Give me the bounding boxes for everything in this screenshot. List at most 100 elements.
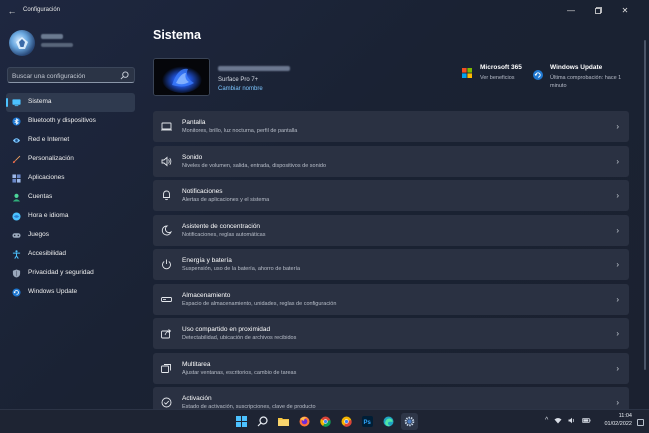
setting-title: Sonido [182,153,203,161]
sidebar-item-label: Aplicaciones [28,174,65,181]
setting-title: Asistente de concentración [182,222,261,230]
photoshop-icon[interactable]: Ps [359,413,376,430]
device-model: Surface Pro 7+ [218,77,259,83]
time-language-icon [12,212,21,221]
windows-update-subtitle: Última comprobación: hace 1 minuto [550,75,622,89]
avatar[interactable] [9,30,35,56]
setting-row-almacenamiento[interactable]: Almacenamiento Espacio de almacenamiento… [153,283,629,315]
start-icon[interactable] [233,413,250,430]
search-icon[interactable] [254,413,271,430]
microsoft-logo-icon [462,68,472,78]
setting-row-proximidad[interactable]: Uso compartido en proximidad Detectabili… [153,318,629,349]
sidebar-item-label: Personalización [28,155,74,162]
accessibility-icon [12,250,21,259]
sidebar-item-label: Accesibilidad [28,250,66,257]
chevron-right-icon: › [616,225,619,235]
sidebar-item-sistema[interactable]: Sistema [6,93,135,112]
settings-list: Pantalla Monitores, brillo, luz nocturna… [153,111,629,422]
scrollbar[interactable] [644,40,646,370]
taskbar-clock[interactable]: 11:04 01/02/2022 [600,413,632,428]
settings-gear-icon[interactable] [401,413,418,430]
search-input[interactable] [12,71,122,81]
sound-icon [161,156,172,166]
page-title: Sistema [153,28,201,42]
notifications-icon [163,190,170,201]
multitasking-icon [161,363,171,373]
setting-row-sonido[interactable]: Sonido Niveles de volumen, salida, entra… [153,145,629,177]
setting-title: Notificaciones [182,188,223,195]
setting-title: Multitarea [182,360,211,368]
gaming-icon [12,233,21,238]
setting-subtitle: Detectabilidad, ubicación de archivos re… [182,335,297,341]
setting-subtitle: Notificaciones, reglas automáticas [182,231,266,238]
rename-link[interactable]: Cambiar nombre [218,86,263,92]
close-icon[interactable]: ✕ [617,4,633,18]
minimize-icon[interactable]: — [563,4,579,18]
sidebar-item-cuentas[interactable]: Cuentas [6,188,135,207]
sidebar-item-juegos[interactable]: Juegos [6,226,135,245]
display-icon [161,122,172,131]
sidebar-item-bluetooth[interactable]: Bluetooth y dispositivos [6,112,135,131]
setting-row-asistente[interactable]: Asistente de concentración Notificacione… [153,214,629,246]
chevron-right-icon: › [616,329,619,338]
photoshop-label: Ps [364,420,372,426]
sidebar-item-hora[interactable]: Hora e idioma [6,207,135,226]
sidebar-item-personalizacion[interactable]: Personalización [6,150,135,169]
sidebar-item-label: Juegos [28,231,49,238]
sidebar-item-red[interactable]: Red e Internet [6,131,135,150]
setting-title: Energía y batería [182,257,232,264]
taskbar: Ps ^ 11:04 01/02/2022 [0,409,649,433]
setting-row-energia[interactable]: Energía y batería Suspensión, uso de la … [153,249,629,280]
chrome-alt-icon[interactable] [338,413,355,430]
setting-row-notificaciones[interactable]: Notificaciones Alertas de aplicaciones y… [153,180,629,211]
file-explorer-icon[interactable] [275,413,292,430]
power-icon [162,259,171,270]
chevron-right-icon: › [616,398,619,407]
edge-icon[interactable] [380,413,397,430]
maximize-icon[interactable] [590,4,606,18]
user-email-redacted [41,43,73,47]
chevron-right-icon: › [616,260,619,269]
accounts-icon [12,193,21,202]
firefox-icon[interactable] [296,413,313,430]
chevron-right-icon: › [616,156,619,166]
storage-icon [161,296,172,302]
taskbar-apps: Ps [233,413,418,431]
chrome-icon[interactable] [317,413,334,430]
sidebar-item-label: Privacidad y seguridad [28,269,94,276]
sidebar-item-label: Windows Update [28,288,78,295]
setting-subtitle: Ajustar ventanas, escritorios, cambio de… [182,369,297,376]
back-arrow-icon[interactable]: ← [6,5,18,17]
battery-icon[interactable] [582,417,591,426]
clock-date: 01/02/2022 [604,420,632,427]
windows-update-title[interactable]: Windows Update [550,64,602,71]
sidebar-item-windows-update[interactable]: Windows Update [6,283,135,302]
search-box[interactable] [7,67,135,83]
setting-title: Activación [182,395,212,402]
window-title: Configuración [23,7,61,13]
ms365-title[interactable]: Microsoft 365 [480,64,522,71]
network-icon [12,138,21,143]
notification-center-icon[interactable] [637,419,644,426]
title-bar: ← Configuración — ✕ [0,0,649,22]
volume-icon[interactable] [568,417,576,426]
focus-assist-icon [161,225,172,235]
clock-time: 11:04 [618,413,632,419]
sidebar-item-accesibilidad[interactable]: Accesibilidad [6,245,135,264]
chevron-up-icon[interactable]: ^ [545,417,548,426]
active-indicator [6,98,8,107]
wifi-icon[interactable] [554,417,562,426]
setting-title: Uso compartido en proximidad [182,326,271,333]
setting-row-pantalla[interactable]: Pantalla Monitores, brillo, luz nocturna… [153,111,629,142]
sidebar-item-privacidad[interactable]: Privacidad y seguridad [6,264,135,283]
brush-icon [12,155,21,164]
sidebar-item-label: Cuentas [28,193,53,200]
search-icon[interactable] [120,71,129,80]
bluetooth-icon [12,117,21,126]
setting-row-multitarea[interactable]: Multitarea Ajustar ventanas, escritorios… [153,352,629,384]
chevron-right-icon: › [616,122,619,131]
ms365-subtitle[interactable]: Ver beneficios [480,75,515,81]
main-content: Sistema Surface Pro 7+ Cambiar nombre Mi… [141,22,649,418]
windows-update-icon [12,288,21,297]
sidebar-item-aplicaciones[interactable]: Aplicaciones [6,169,135,188]
